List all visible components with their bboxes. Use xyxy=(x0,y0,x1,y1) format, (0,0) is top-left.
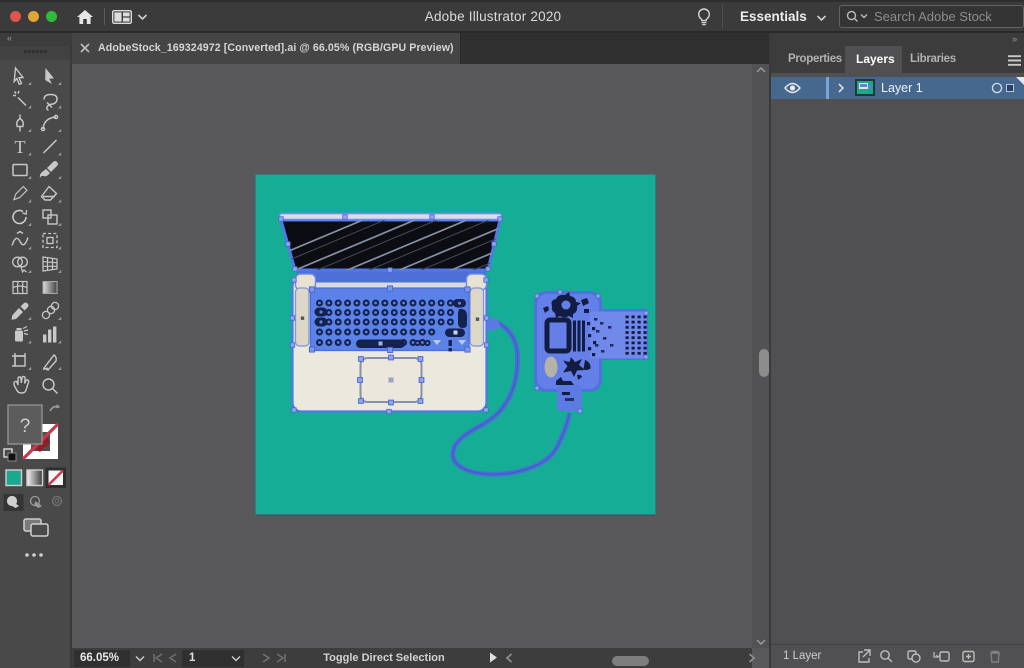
svg-text:T: T xyxy=(15,137,26,157)
svg-text:?: ? xyxy=(20,416,31,437)
